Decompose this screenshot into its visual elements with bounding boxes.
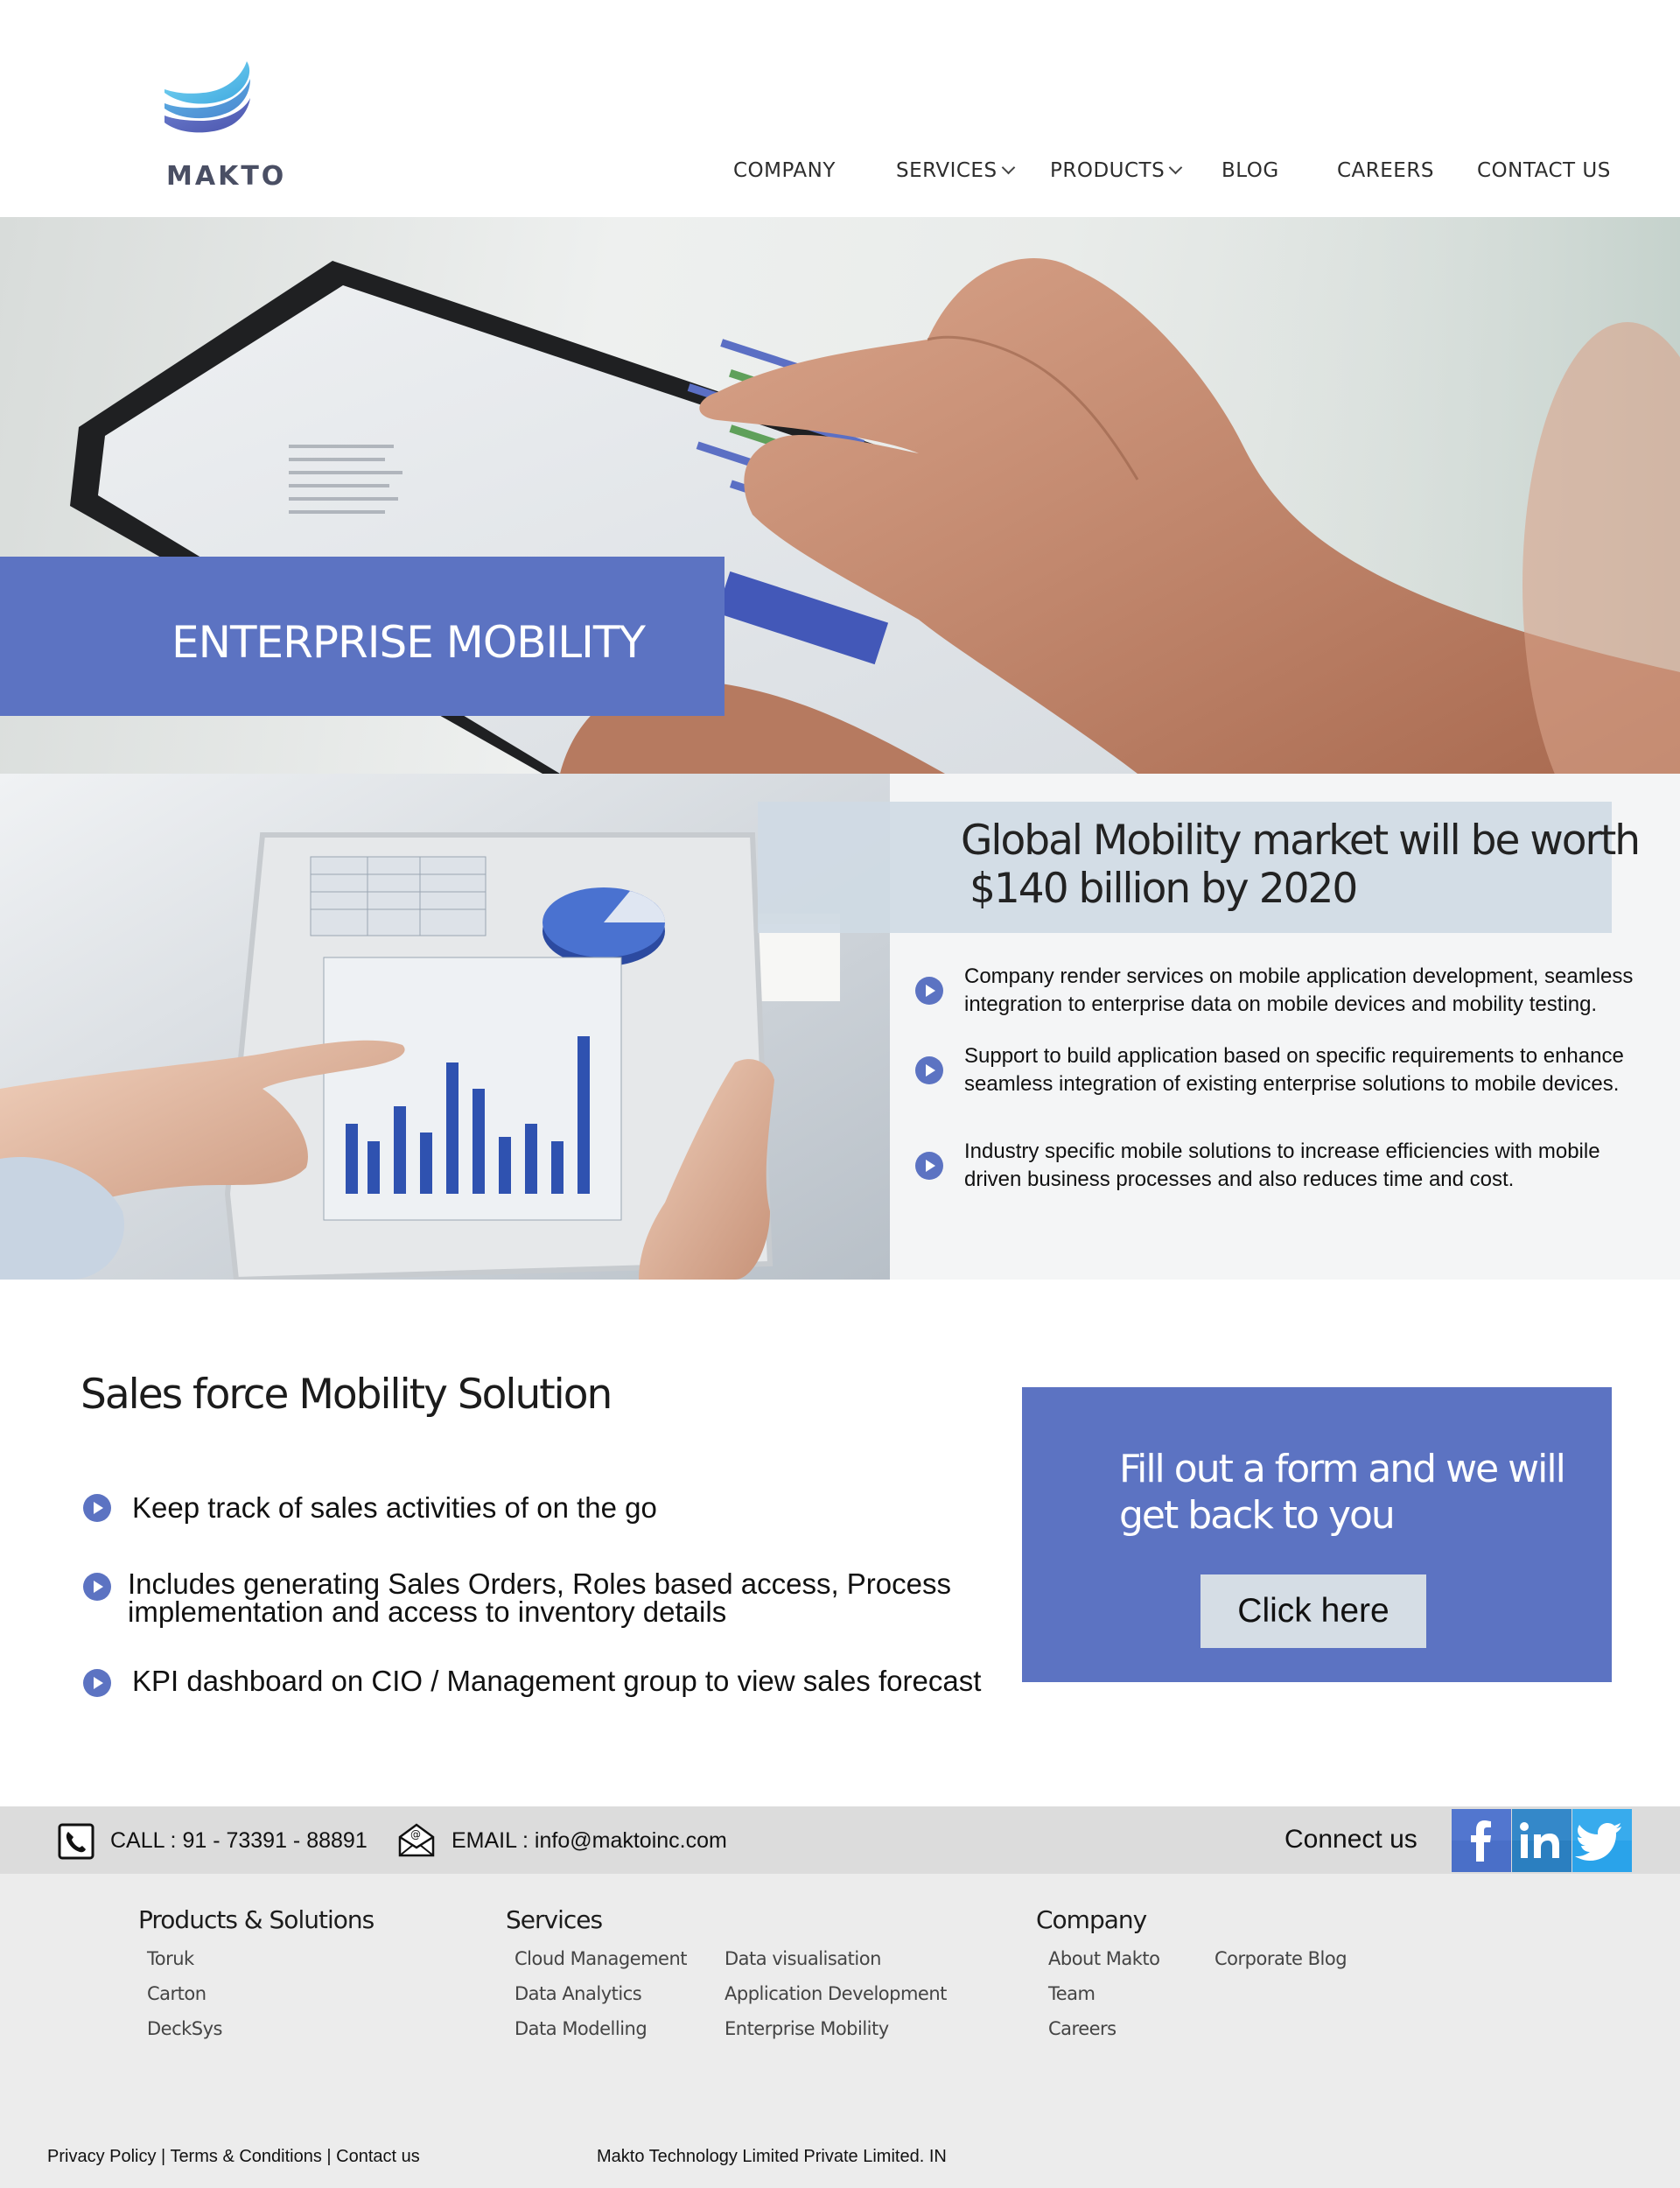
nav-blog-label: BLOG — [1222, 159, 1279, 182]
privacy-policy-link[interactable]: Privacy Policy — [47, 2147, 156, 2166]
footer-company-heading: Company — [1036, 1905, 1147, 1934]
email-icon: @ — [398, 1823, 435, 1857]
footer-link-application-development[interactable]: Application Development — [724, 1983, 947, 2004]
sales-point-2-line1: Includes generating Sales Orders, Roles … — [128, 1567, 951, 1600]
call-number[interactable]: CALL : 91 - 73391 - 88891 — [110, 1828, 368, 1854]
footer-services-heading: Services — [506, 1905, 603, 1934]
nav-products-label: PRODUCTS — [1050, 159, 1166, 182]
footer-link-corporate-blog[interactable]: Corporate Blog — [1214, 1948, 1348, 1969]
copyright-text: Makto Technology Limited Private Limited… — [597, 2147, 947, 2166]
sales-point-2-line2: implementation and access to inventory d… — [128, 1595, 727, 1628]
twitter-icon[interactable] — [1572, 1809, 1632, 1872]
footer-link-enterprise-mobility[interactable]: Enterprise Mobility — [724, 2018, 889, 2039]
email-address[interactable]: EMAIL : info@maktoinc.com — [452, 1828, 727, 1854]
mobility-point-1: Company render services on mobile applic… — [964, 964, 1634, 1016]
svg-text:@: @ — [410, 1828, 421, 1841]
cta-text-line1: Fill out a form and we will — [1119, 1447, 1566, 1491]
nav-contact-us[interactable]: CONTACT US — [1477, 159, 1611, 182]
logo-wordmark: MAKTO — [166, 161, 287, 192]
nav-blog[interactable]: BLOG — [1222, 159, 1279, 182]
footer-link-data-modelling[interactable]: Data Modelling — [514, 2018, 648, 2039]
nav-products[interactable]: PRODUCTS — [1050, 159, 1183, 182]
footer-link-team[interactable]: Team — [1048, 1983, 1096, 2004]
facebook-icon[interactable] — [1452, 1809, 1511, 1872]
nav-careers[interactable]: CAREERS — [1337, 159, 1434, 182]
hero-title: ENTERPRISE MOBILITY — [172, 617, 646, 668]
footer-link-carton[interactable]: Carton — [147, 1983, 206, 2004]
footer-link-toruk[interactable]: Toruk — [147, 1948, 194, 1969]
chevron-down-icon — [1001, 160, 1015, 175]
chevron-down-icon — [1168, 160, 1183, 175]
nav-company-label: COMPANY — [733, 159, 836, 182]
footer-link-data-visualisation[interactable]: Data visualisation — [724, 1948, 881, 1969]
play-bullet-icon — [83, 1494, 111, 1522]
play-bullet-icon — [83, 1669, 111, 1697]
nav-careers-label: CAREERS — [1337, 159, 1434, 182]
contact-us-link[interactable]: Contact us — [336, 2147, 420, 2166]
market-stat-headline-line1: Global Mobility market will be worth — [961, 817, 1641, 865]
mobility-point-2: Support to build application based on sp… — [964, 1044, 1624, 1096]
play-bullet-icon — [915, 1152, 943, 1180]
nav-contact-us-label: CONTACT US — [1477, 159, 1611, 182]
makto-logo[interactable]: MAKTO — [163, 58, 284, 192]
terms-conditions-link[interactable]: Terms & Conditions — [170, 2147, 321, 2166]
mobility-point-3: Industry specific mobile solutions to in… — [964, 1140, 1600, 1191]
footer-link-about-makto[interactable]: About Makto — [1048, 1948, 1160, 1969]
phone-icon — [58, 1823, 94, 1860]
footer-link-data-analytics[interactable]: Data Analytics — [514, 1983, 642, 2004]
click-here-button[interactable]: Click here — [1200, 1574, 1426, 1648]
footer-products-heading: Products & Solutions — [138, 1905, 374, 1934]
nav-services[interactable]: SERVICES — [896, 159, 1015, 182]
legal-separator: | — [156, 2147, 171, 2166]
logo-waves-icon — [164, 61, 250, 133]
legal-links: Privacy Policy | Terms & Conditions | Co… — [47, 2147, 420, 2167]
analytics-tablet-photo — [0, 774, 890, 1280]
linkedin-icon[interactable] — [1512, 1809, 1572, 1872]
site-header: MAKTO COMPANY SERVICES PRODUCTS BLOG CAR… — [0, 0, 1680, 217]
connect-us-label: Connect us — [1284, 1825, 1418, 1854]
cta-text-line2: get back to you — [1119, 1493, 1396, 1538]
play-bullet-icon — [915, 977, 943, 1005]
tablet-chart-illustration — [0, 774, 890, 1280]
sales-section-title: Sales force Mobility Solution — [80, 1371, 612, 1419]
footer-link-decksys[interactable]: DeckSys — [147, 2018, 223, 2039]
footer-link-careers[interactable]: Careers — [1048, 2018, 1116, 2039]
play-bullet-icon — [915, 1056, 943, 1084]
sales-point-3: KPI dashboard on CIO / Management group … — [132, 1665, 982, 1697]
market-stat-headline-line2: $140 billion by 2020 — [970, 865, 1358, 913]
legal-separator: | — [321, 2147, 337, 2166]
footer-link-cloud-management[interactable]: Cloud Management — [514, 1948, 688, 1969]
sales-point-1: Keep track of sales activities of on the… — [132, 1491, 657, 1524]
nav-company[interactable]: COMPANY — [733, 159, 836, 182]
play-bullet-icon — [83, 1573, 111, 1601]
nav-services-label: SERVICES — [896, 159, 998, 182]
